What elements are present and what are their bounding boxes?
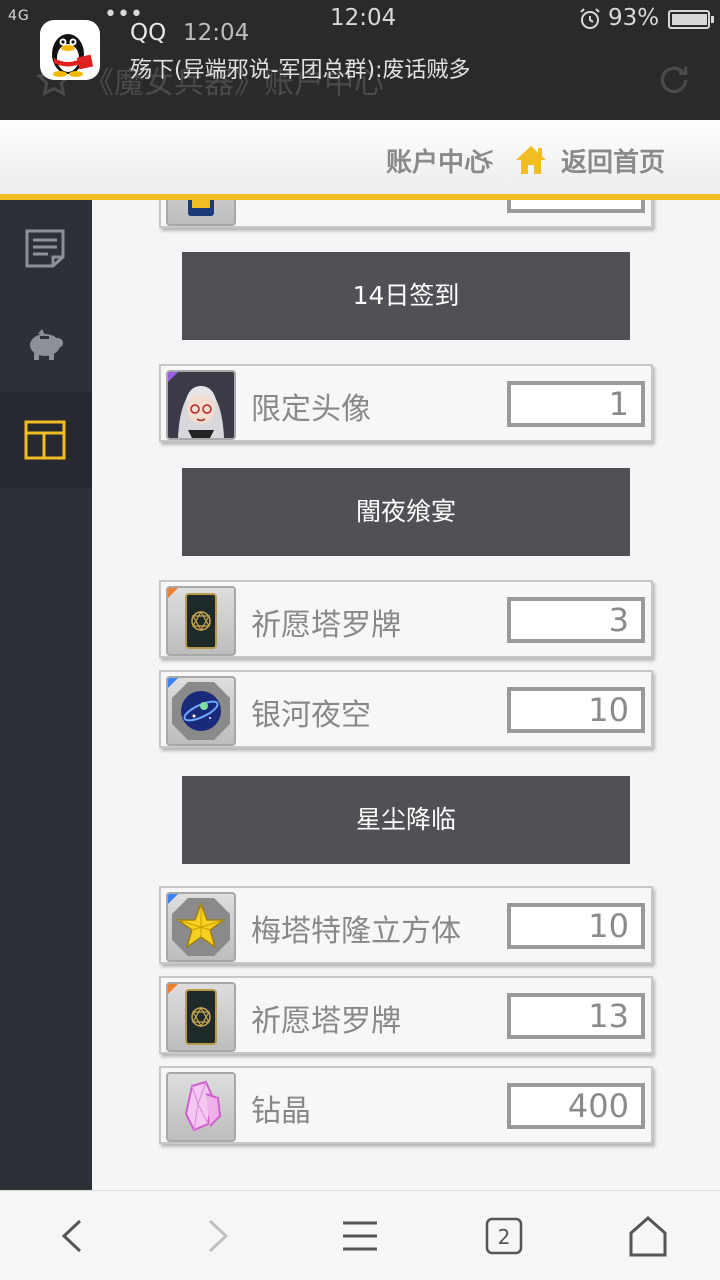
section-header-14day-signin[interactable]: 14日签到 <box>182 252 630 340</box>
quantity-box <box>507 200 645 213</box>
home-icon[interactable] <box>514 144 548 176</box>
menu-icon[interactable] <box>335 1213 385 1259</box>
quantity-box: 13 <box>507 993 645 1039</box>
tarot-card-icon <box>166 586 236 656</box>
list-item-partial <box>159 200 653 228</box>
page-header: 账户中心 < 返回首页 <box>0 120 720 200</box>
main-content[interactable]: 14日签到 限定头像 1 闇夜飨宴 祈愿塔罗牌 3 银河夜空 10 星尘降临 梅… <box>92 200 720 1190</box>
piggy-bank-icon <box>30 329 63 360</box>
list-item: 祈愿塔罗牌 13 <box>159 976 653 1054</box>
document-icon <box>25 229 65 268</box>
quantity-box: 10 <box>507 903 645 949</box>
screen: 《魔女兵器》账户中心 4G ••• 12:04 93% QQ 12:04 殇下(… <box>0 0 720 1280</box>
list-item: 钻晶 400 <box>159 1066 653 1144</box>
sidebar-item-layout[interactable] <box>0 392 92 488</box>
back-home-link[interactable]: 返回首页 <box>561 142 665 179</box>
list-item: 祈愿塔罗牌 3 <box>159 580 653 658</box>
quantity-box: 400 <box>507 1083 645 1129</box>
list-item: 限定头像 1 <box>159 364 653 442</box>
quantity-box: 3 <box>507 597 645 643</box>
back-arrow-icon[interactable] <box>48 1213 98 1259</box>
tabs-count: 2 <box>498 1225 511 1249</box>
list-item: 梅塔特隆立方体 10 <box>159 886 653 964</box>
star-cube-icon <box>166 892 236 962</box>
tarot-card-icon <box>166 982 236 1052</box>
layout-icon <box>24 420 66 460</box>
quantity-box: 10 <box>507 687 645 733</box>
item-name: 银河夜空 <box>251 698 371 733</box>
section-header-dark-night-feast[interactable]: 闇夜飨宴 <box>182 468 630 556</box>
sidebar-item-document[interactable] <box>0 200 92 296</box>
forward-arrow-icon[interactable] <box>192 1213 242 1259</box>
qq-notification[interactable]: QQ 12:04 殇下(异端邪说-军团总群):废话贼多 <box>0 0 720 120</box>
notification-app-name: QQ <box>130 20 167 46</box>
notification-message: 殇下(异端邪说-军团总群):废话贼多 <box>130 58 471 83</box>
crystal-icon <box>166 1072 236 1142</box>
tabs-icon[interactable]: 2 <box>479 1213 529 1259</box>
breadcrumb-separator: < <box>472 140 496 173</box>
sidebar-item-piggy-bank[interactable] <box>0 296 92 392</box>
notification-time: 12:04 <box>183 20 250 46</box>
section-header-stardust-descent[interactable]: 星尘降临 <box>182 776 630 864</box>
quantity-box: 1 <box>507 381 645 427</box>
sidebar <box>0 200 92 1190</box>
item-name: 限定头像 <box>251 392 371 427</box>
item-name: 钻晶 <box>251 1094 311 1129</box>
browser-bottom-bar: 2 <box>0 1190 720 1280</box>
item-name: 祈愿塔罗牌 <box>251 1004 401 1039</box>
tarot-card-icon <box>166 200 236 226</box>
galaxy-orb-icon <box>166 676 236 746</box>
item-name: 梅塔特隆立方体 <box>251 914 461 949</box>
list-item: 银河夜空 10 <box>159 670 653 748</box>
avatar-portrait-icon <box>166 370 236 440</box>
home-outline-icon[interactable] <box>623 1213 673 1259</box>
item-name: 祈愿塔罗牌 <box>251 608 401 643</box>
qq-penguin-icon <box>40 20 100 80</box>
